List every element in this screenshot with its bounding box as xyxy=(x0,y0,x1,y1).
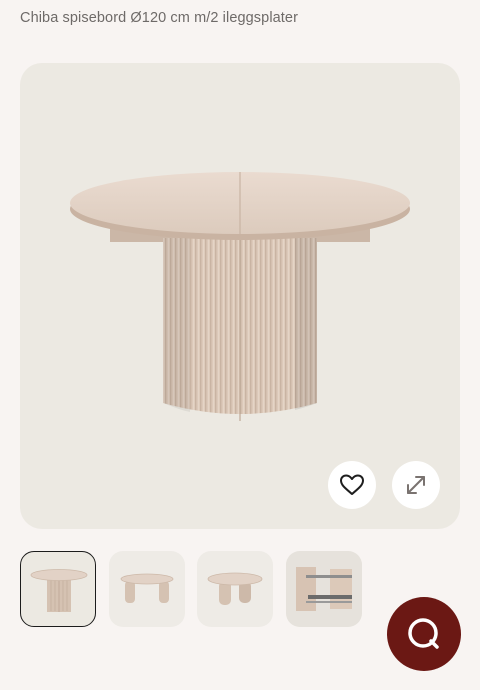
expand-image-button[interactable] xyxy=(392,461,440,509)
expand-arrows-icon xyxy=(407,476,425,494)
main-product-image[interactable] xyxy=(20,63,460,529)
chat-button[interactable] xyxy=(387,597,461,671)
table-image xyxy=(70,172,410,421)
thumbnail-image xyxy=(30,569,88,612)
thumbnail-4[interactable] xyxy=(286,551,362,627)
heart-icon xyxy=(340,474,364,495)
thumbnail-image xyxy=(286,551,362,627)
thumbnail-1[interactable] xyxy=(20,551,96,627)
product-title: Chiba spisebord Ø120 cm m/2 ileggsplater xyxy=(20,10,299,26)
chat-bubble-icon xyxy=(408,618,439,649)
thumbnail-3[interactable] xyxy=(197,551,273,627)
thumbnail-image xyxy=(207,572,263,605)
favorite-button[interactable] xyxy=(328,461,376,509)
thumbnail-2[interactable] xyxy=(109,551,185,627)
thumbnail-image xyxy=(120,573,174,603)
